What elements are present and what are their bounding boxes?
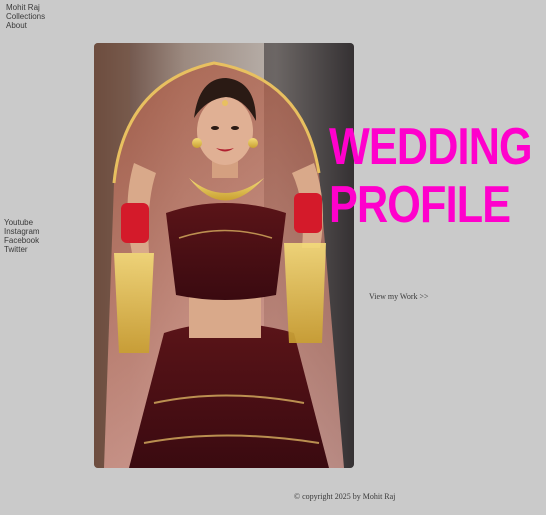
hero-title-line-1: WEDDING [329, 118, 533, 176]
social-links: Youtube Instagram Facebook Twitter [4, 218, 40, 254]
view-my-work-link[interactable]: View my Work >> [369, 292, 429, 301]
social-youtube-link[interactable]: Youtube [4, 218, 40, 227]
nav-about-link[interactable]: About [6, 21, 45, 30]
hero-title-line-2: PROFILE [329, 176, 511, 234]
nav-home-link[interactable]: Mohit Raj [6, 3, 45, 12]
bride-photo-illustration [94, 43, 354, 468]
bride-photo [94, 43, 354, 468]
social-instagram-link[interactable]: Instagram [4, 227, 40, 236]
social-twitter-link[interactable]: Twitter [4, 245, 40, 254]
nav-collections-link[interactable]: Collections [6, 12, 45, 21]
top-nav: Mohit Raj Collections About [6, 3, 45, 30]
hero-title: WEDDING PROFILE [329, 118, 533, 234]
footer-copyright: © copyright 2025 by Mohit Raj [294, 492, 396, 501]
social-facebook-link[interactable]: Facebook [4, 236, 40, 245]
